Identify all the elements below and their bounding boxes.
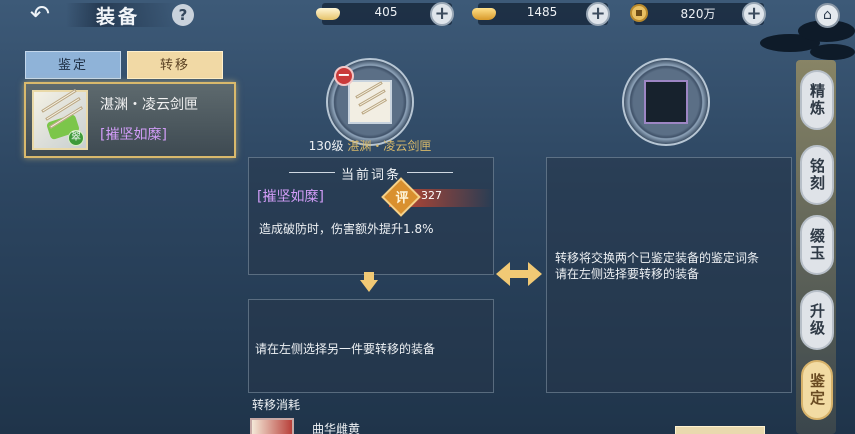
equipment-attribute: [摧坚如糜] bbox=[100, 127, 167, 143]
source-equipment-slot[interactable]: − bbox=[326, 58, 414, 146]
confirm-button[interactable] bbox=[675, 426, 765, 434]
add-copper-coin-button[interactable]: + bbox=[742, 2, 766, 26]
remove-equipment-button[interactable]: − bbox=[334, 66, 354, 86]
target-prompt: 请在左侧选择另一件要转移的装备 bbox=[255, 342, 436, 356]
add-silver-ingot-button[interactable]: + bbox=[430, 2, 454, 26]
side-tab-appraise[interactable]: 鉴定 bbox=[801, 360, 833, 420]
side-tab-jade[interactable]: 缀玉 bbox=[800, 215, 834, 275]
empty-slot-icon bbox=[644, 80, 688, 124]
page-title: 装备 bbox=[96, 6, 141, 28]
entry-description: 造成破防时，伤害额外提升1.8% bbox=[259, 222, 434, 236]
gold-ingot-counter: 1485 + bbox=[472, 2, 610, 26]
copper-coin-value: 820万 bbox=[680, 7, 716, 21]
transfer-cost-label: 转移消耗 bbox=[252, 398, 301, 412]
equipment-list-item[interactable]: 翠 湛渊・凌云剑匣 [摧坚如糜] bbox=[24, 82, 236, 158]
side-tab-refine[interactable]: 精炼 bbox=[800, 70, 834, 130]
gold-ingot-value: 1485 bbox=[526, 5, 558, 19]
swap-arrows-icon bbox=[496, 262, 542, 286]
help-button[interactable]: ? bbox=[172, 4, 194, 26]
tab-appraise[interactable]: 鉴定 bbox=[25, 51, 121, 79]
transfer-info-text: 转移将交换两个已鉴定装备的鉴定词条 请在左侧选择要转移的装备 bbox=[555, 251, 760, 281]
side-tab-inscribe[interactable]: 铭刻 bbox=[800, 145, 834, 205]
target-entry-panel: 请在左侧选择另一件要转移的装备 bbox=[248, 299, 494, 393]
home-icon[interactable]: ⌂ bbox=[815, 3, 840, 28]
equipment-level: 130级 bbox=[308, 139, 344, 153]
silver-ingot-counter: 405 + bbox=[316, 2, 454, 26]
gold-ingot-icon bbox=[472, 2, 498, 24]
sword-case-icon: 翠 bbox=[32, 89, 88, 150]
side-tab-upgrade[interactable]: 升级 bbox=[800, 290, 834, 350]
copper-coin-counter: 820万 + bbox=[630, 2, 766, 26]
cost-item-icon[interactable] bbox=[250, 418, 294, 434]
current-entry-heading: 当前词条 bbox=[340, 168, 401, 183]
back-arrow-icon[interactable]: ↶ bbox=[18, 2, 62, 28]
tab-transfer[interactable]: 转移 bbox=[127, 51, 223, 79]
equipment-name: 湛渊・凌云剑匣 bbox=[100, 97, 198, 113]
silver-ingot-value: 405 bbox=[374, 5, 398, 19]
sword-case-icon bbox=[348, 80, 392, 124]
target-equipment-slot[interactable] bbox=[622, 58, 710, 146]
silver-ingot-icon bbox=[316, 2, 342, 24]
copper-coin-icon bbox=[628, 2, 654, 24]
add-gold-ingot-button[interactable]: + bbox=[586, 2, 610, 26]
current-entry-panel: 当前词条 [摧坚如糜] 评 327 造成破防时，伤害额外提升1.8% bbox=[248, 157, 494, 275]
entry-attribute-name: [摧坚如糜] bbox=[257, 189, 324, 205]
source-equipment-caption: 130级 湛渊・凌云剑匣 bbox=[270, 137, 470, 154]
score-value: 327 bbox=[421, 189, 442, 202]
score-label: 评 bbox=[395, 191, 409, 206]
equipment-caption-name: 湛渊・凌云剑匣 bbox=[347, 139, 432, 153]
down-arrow-head bbox=[360, 280, 378, 292]
top-bar: ↶ 装备 ? 405 + 1485 + 820万 + ⌂ bbox=[0, 0, 855, 30]
jade-badge-icon: 翠 bbox=[68, 130, 84, 146]
transfer-info-panel: 转移将交换两个已鉴定装备的鉴定词条 请在左侧选择要转移的装备 bbox=[546, 157, 792, 393]
cost-item-name: 曲华雌黄 bbox=[312, 422, 361, 434]
